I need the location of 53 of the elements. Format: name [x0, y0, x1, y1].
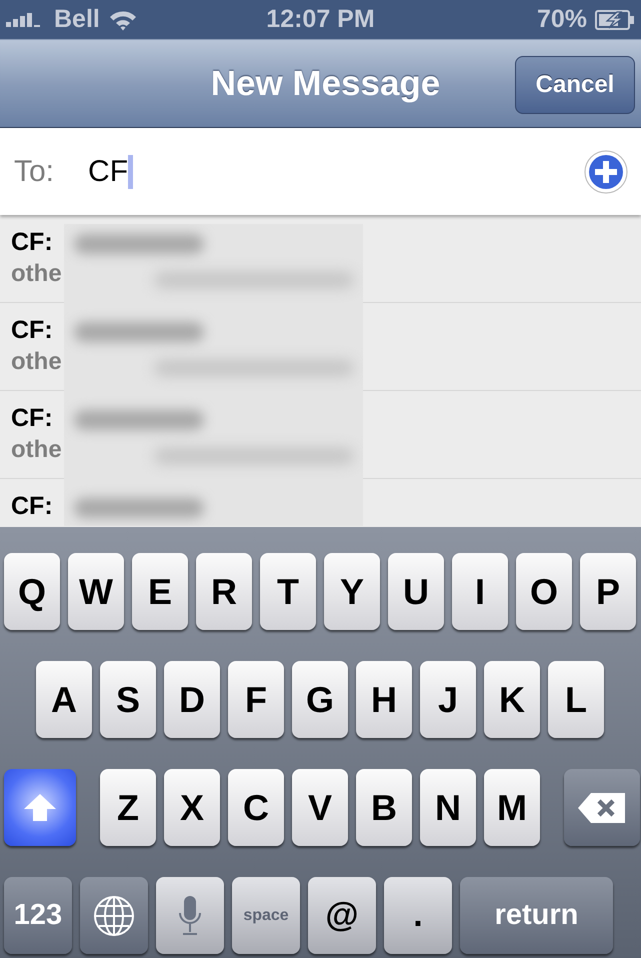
letter-key[interactable]: Z	[100, 769, 156, 846]
letter-key[interactable]: R	[196, 553, 252, 630]
letter-key[interactable]: K	[484, 661, 540, 738]
letter-key[interactable]: P	[580, 553, 636, 630]
letter-key[interactable]: F	[228, 661, 284, 738]
contact-suggestion[interactable]: CF:	[11, 491, 53, 521]
symbol-key[interactable]: .	[384, 877, 452, 954]
arrow-up-icon	[23, 792, 57, 822]
wifi-icon	[108, 8, 138, 30]
backspace-icon	[577, 792, 627, 824]
contact-suggestion[interactable]: CF: othe	[11, 227, 62, 289]
letter-key[interactable]: X	[164, 769, 220, 846]
letter-key[interactable]: D	[164, 661, 220, 738]
letter-key[interactable]: O	[516, 553, 572, 630]
symbol-key[interactable]: @	[308, 877, 376, 954]
letter-key[interactable]: H	[356, 661, 412, 738]
letter-key[interactable]: A	[36, 661, 92, 738]
contact-suggestion[interactable]: CF: othe	[11, 403, 62, 465]
letter-key[interactable]: U	[388, 553, 444, 630]
recipient-field[interactable]: To: CF	[0, 128, 641, 215]
numbers-key[interactable]: 123	[4, 877, 72, 954]
letter-key[interactable]: M	[484, 769, 540, 846]
letter-key[interactable]: Y	[324, 553, 380, 630]
carrier-name: Bell	[54, 5, 100, 34]
battery-percent: 70%	[536, 5, 587, 34]
letter-key[interactable]: S	[100, 661, 156, 738]
letter-key[interactable]: C	[228, 769, 284, 846]
microphone-icon	[178, 894, 202, 936]
delete-key[interactable]	[564, 769, 640, 846]
clock-time: 12:07 PM	[266, 5, 375, 34]
letter-key[interactable]: Q	[4, 553, 60, 630]
letter-key[interactable]: T	[260, 553, 316, 630]
letter-key[interactable]: J	[420, 661, 476, 738]
globe-icon	[93, 894, 135, 936]
recipient-text: CF	[88, 154, 128, 188]
letter-key[interactable]: E	[132, 553, 188, 630]
letter-key[interactable]: G	[292, 661, 348, 738]
globe-key[interactable]	[80, 877, 148, 954]
to-label: To:	[14, 154, 54, 188]
microphone-key[interactable]	[156, 877, 224, 954]
letter-key[interactable]: I	[452, 553, 508, 630]
add-contact-icon[interactable]	[583, 148, 629, 194]
letter-key[interactable]: B	[356, 769, 412, 846]
contact-suggestion[interactable]: CF: othe	[11, 315, 62, 377]
letter-key[interactable]: N	[420, 769, 476, 846]
screen-title: New Message	[210, 64, 440, 104]
cancel-button[interactable]: Cancel	[515, 56, 635, 114]
letter-key[interactable]: V	[292, 769, 348, 846]
text-cursor	[128, 154, 134, 188]
letter-key[interactable]: W	[68, 553, 124, 630]
shift-key[interactable]	[4, 769, 76, 846]
return-key[interactable]: return	[460, 877, 613, 954]
letter-key[interactable]: L	[548, 661, 604, 738]
